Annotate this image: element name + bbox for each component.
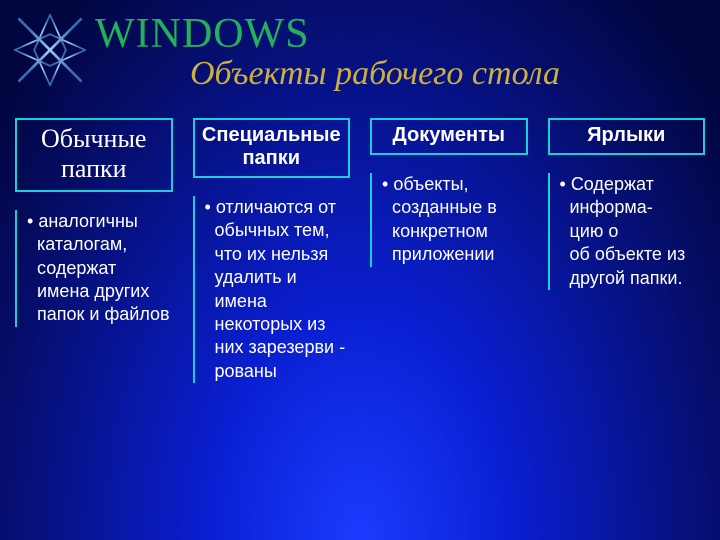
slide: WINDOWS Объекты рабочего стола Обычные п… bbox=[0, 0, 720, 540]
column-special-folders: Специальные папки отличаются от обычных … bbox=[193, 118, 351, 383]
column-documents: Документы объекты, созданные в конкретно… bbox=[370, 118, 528, 383]
vertical-divider bbox=[15, 210, 17, 327]
column-shortcuts: Ярлыки Содержат информа- цию о об объект… bbox=[548, 118, 706, 383]
slide-subtitle: Объекты рабочего стола bbox=[190, 55, 560, 93]
column-body: объекты, созданные в конкретном приложен… bbox=[382, 173, 528, 267]
column-body-wrap: объекты, созданные в конкретном приложен… bbox=[370, 173, 528, 267]
column-body: аналогичны каталогам, содержат имена дру… bbox=[27, 210, 173, 327]
vertical-divider bbox=[370, 173, 372, 267]
column-regular-folders: Обычные папки аналогичны каталогам, соде… bbox=[15, 118, 173, 383]
column-body-wrap: отличаются от обычных тем, что их нельзя… bbox=[193, 196, 351, 383]
column-header: Документы bbox=[370, 118, 528, 155]
column-header: Ярлыки bbox=[548, 118, 706, 155]
vertical-divider bbox=[193, 196, 195, 383]
column-body-wrap: аналогичны каталогам, содержат имена дру… bbox=[15, 210, 173, 327]
column-header: Специальные папки bbox=[193, 118, 351, 178]
slide-title: WINDOWS bbox=[95, 10, 310, 58]
column-header: Обычные папки bbox=[15, 118, 173, 192]
column-body-wrap: Содержат информа- цию о об объекте из др… bbox=[548, 173, 706, 290]
column-body: отличаются от обычных тем, что их нельзя… bbox=[205, 196, 351, 383]
vertical-divider bbox=[548, 173, 550, 290]
column-body: Содержат информа- цию о об объекте из др… bbox=[560, 173, 706, 290]
star-icon bbox=[6, 6, 94, 94]
columns-container: Обычные папки аналогичны каталогам, соде… bbox=[15, 118, 705, 383]
